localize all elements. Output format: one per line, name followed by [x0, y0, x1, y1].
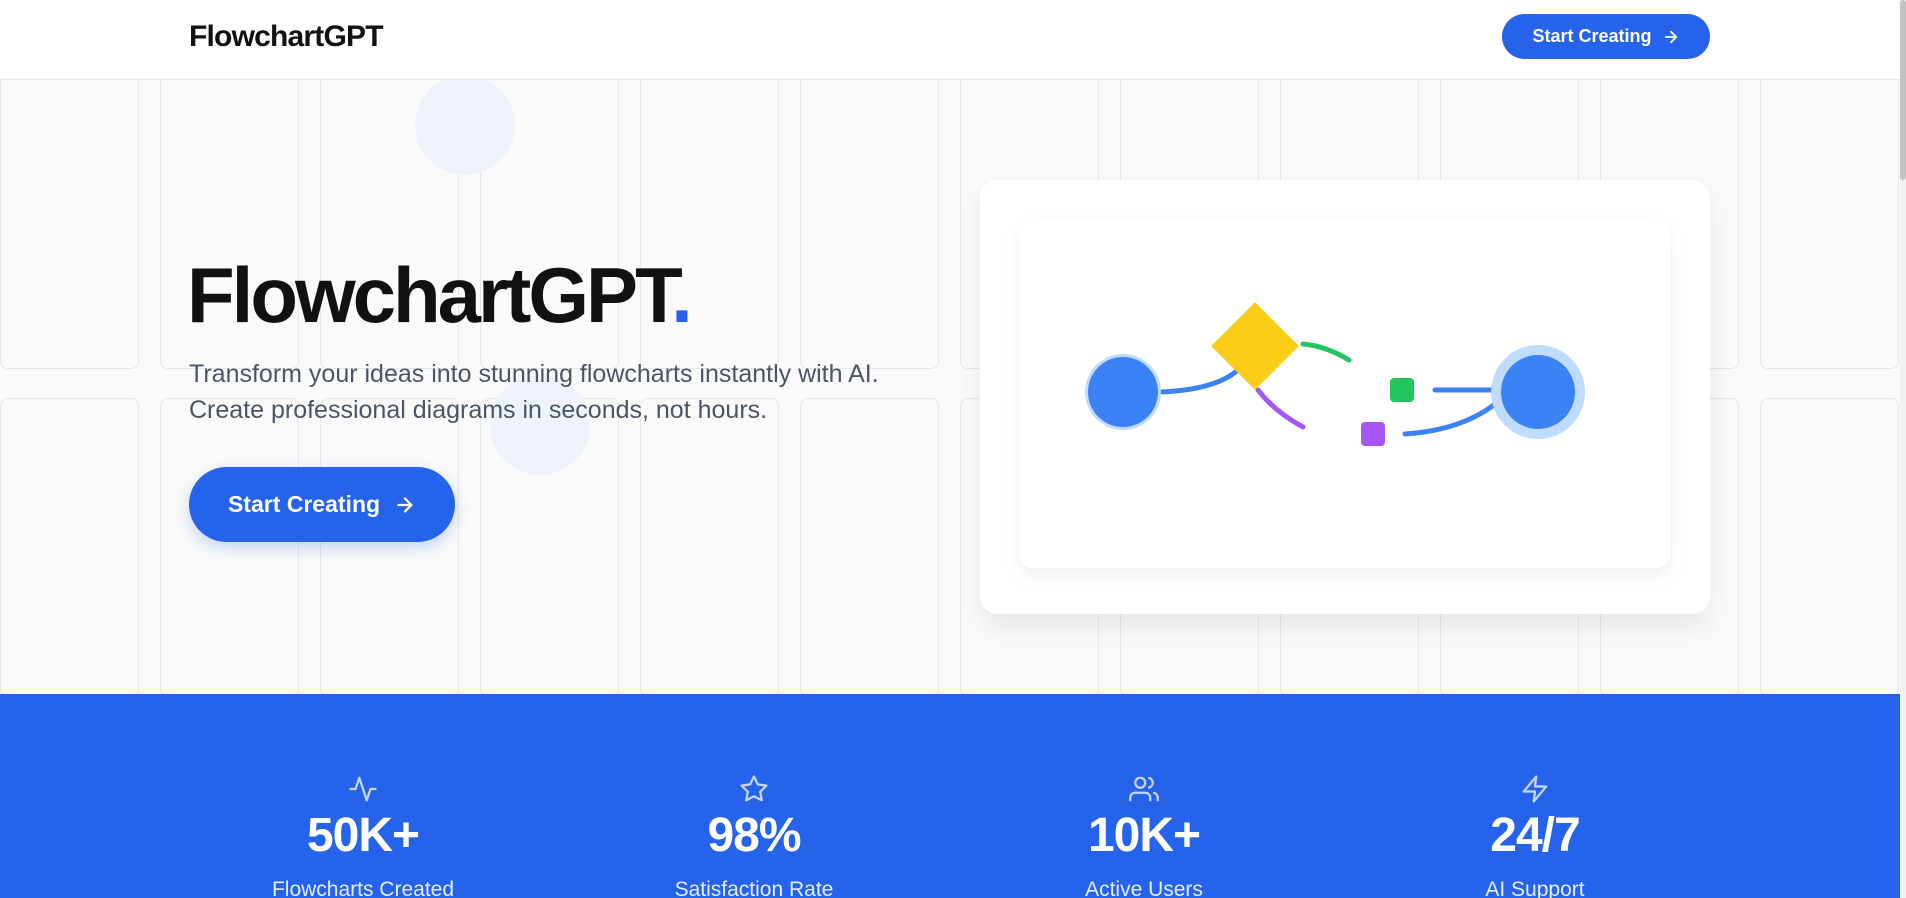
flowchart-illustration — [1085, 302, 1585, 446]
stats-section: 50K+ Flowcharts Created 98% Satisfaction… — [0, 694, 1900, 898]
illustration-card — [980, 180, 1710, 614]
grid-cell — [0, 80, 139, 369]
hero-subtitle: Transform your ideas into stunning flowc… — [189, 356, 879, 428]
users-icon — [1129, 776, 1159, 802]
hero-start-creating-button[interactable]: Start Creating — [189, 467, 455, 542]
arrow-right-icon — [1664, 30, 1677, 43]
stat-value: 24/7 — [1490, 809, 1580, 862]
header-start-creating-label: Start Creating — [1532, 26, 1652, 46]
grid-cell — [0, 398, 139, 694]
stat-value: 98% — [707, 809, 801, 862]
stat-label: Flowcharts Created — [271, 878, 455, 898]
scrollbar-thumb[interactable] — [1900, 0, 1906, 180]
stat-label: Active Users — [1085, 878, 1203, 898]
navbar: FlowchartGPT Start Creating — [0, 0, 1900, 80]
stat-value: 10K+ — [1087, 809, 1201, 862]
hero-subtitle-line-2: Create professional diagrams in seconds,… — [189, 396, 768, 424]
star-icon — [740, 775, 768, 802]
connector-line — [1157, 367, 1241, 395]
start-node-circle-core — [1088, 357, 1158, 427]
connector-line — [1300, 341, 1352, 363]
lightning-icon — [1522, 775, 1548, 803]
stat-value: 50K+ — [306, 809, 420, 862]
stat-ai-support: 24/7 AI Support — [1385, 774, 1685, 898]
brand-logo[interactable]: FlowchartGPT — [189, 20, 384, 54]
purple-square — [1361, 422, 1385, 446]
stat-satisfaction-rate: 98% Satisfaction Rate — [604, 774, 904, 898]
page-scrollbar[interactable] — [1900, 0, 1906, 898]
grid-cell — [800, 398, 939, 694]
green-square — [1390, 378, 1414, 402]
illustration-canvas — [1020, 220, 1670, 568]
stat-label: Satisfaction Rate — [674, 878, 834, 898]
stat-flowcharts-created: 50K+ Flowcharts Created — [213, 774, 513, 898]
grid-cell — [1760, 398, 1899, 694]
activity-icon — [349, 776, 377, 802]
grid-cell — [800, 80, 939, 369]
stat-active-users: 10K+ Active Users — [994, 774, 1294, 898]
grid-cell — [320, 398, 459, 694]
hero-section: FlowchartGPT. Transform your ideas into … — [0, 80, 1900, 694]
grid-cell — [160, 398, 299, 694]
grid-cell — [1760, 80, 1899, 369]
connector-line — [1255, 387, 1306, 430]
stat-label: AI Support — [1485, 878, 1585, 898]
hero-title-text: FlowchartGPT — [187, 251, 674, 339]
hero-title-dot: . — [671, 251, 693, 339]
connector-line — [1402, 397, 1503, 437]
hero-start-creating-label: Start Creating — [227, 491, 381, 517]
arrow-right-icon — [397, 496, 413, 513]
hero-title: FlowchartGPT. — [187, 250, 693, 341]
grid-cell — [640, 398, 779, 694]
hero-subtitle-line-1: Transform your ideas into stunning flowc… — [189, 360, 879, 388]
end-node-circle — [1501, 355, 1575, 429]
header-start-creating-button[interactable]: Start Creating — [1502, 14, 1710, 59]
